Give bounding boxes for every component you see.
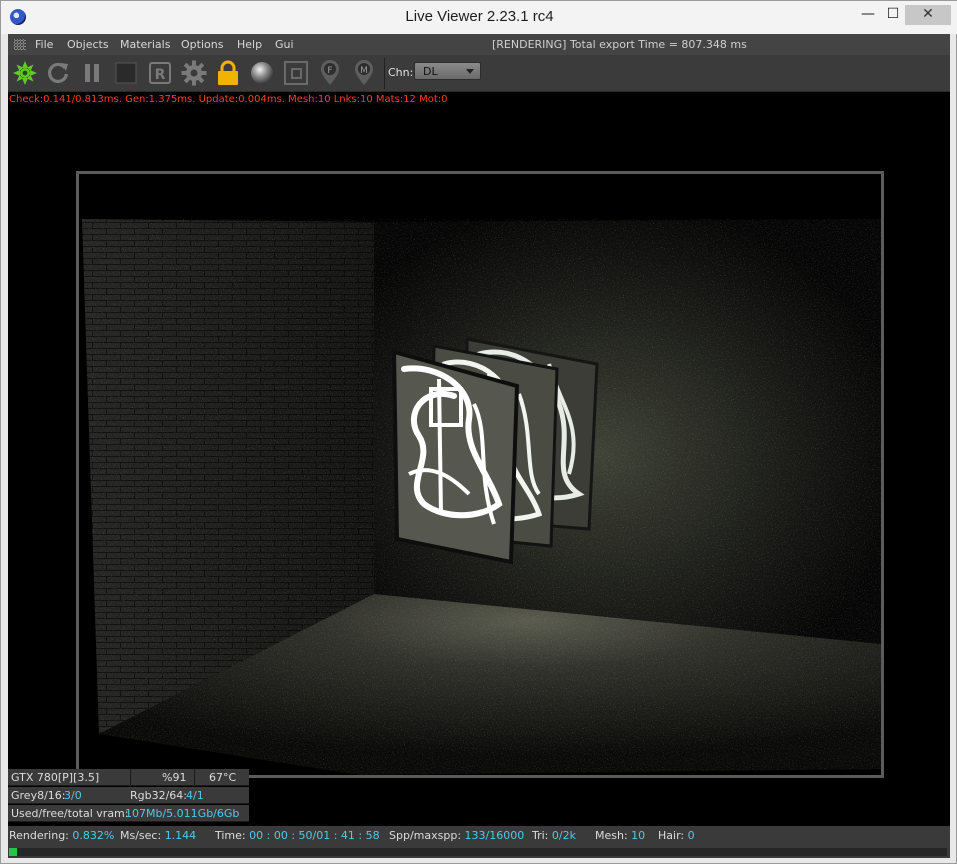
mssec-value: 1.144 bbox=[164, 829, 197, 842]
rendering-stat: Rendering: 0.832% bbox=[9, 829, 114, 842]
channel-label: Chn: bbox=[388, 66, 414, 79]
rgb-textures-label: Rgb32/64: bbox=[130, 789, 188, 802]
gpu-temp: 67°C bbox=[209, 771, 237, 784]
render-status-bar: Rendering: 0.832% Ms/sec: 1.144 Time: 00… bbox=[8, 826, 950, 845]
maximize-button[interactable]: ☐ bbox=[879, 5, 907, 25]
grey-textures-label: Grey8/16: bbox=[11, 789, 66, 802]
mesh-value: 10 bbox=[631, 829, 646, 842]
close-button[interactable]: ✕ bbox=[905, 5, 951, 25]
mesh-stat: Mesh: 10 bbox=[595, 829, 645, 842]
lock-icon[interactable] bbox=[214, 59, 242, 87]
material-sphere-icon[interactable] bbox=[248, 59, 276, 87]
grey-textures-value: 3/0 bbox=[64, 789, 82, 802]
menu-materials[interactable]: Materials bbox=[120, 38, 170, 51]
gpu-usage: %91 bbox=[162, 771, 187, 784]
window-title: Live Viewer 2.23.1 rc4 bbox=[405, 8, 554, 25]
minimize-button[interactable]: — bbox=[854, 5, 882, 25]
channel-select-value: DL bbox=[423, 65, 438, 78]
glass-panel-front bbox=[391, 349, 520, 565]
menu-grip-icon[interactable] bbox=[14, 39, 26, 50]
mesh-label: Mesh: bbox=[595, 829, 628, 842]
viewer-client-area: File Objects Materials Options Help Gui … bbox=[8, 34, 950, 858]
clay-mode-icon[interactable] bbox=[282, 59, 310, 87]
region-render-icon[interactable]: R bbox=[146, 59, 174, 87]
spp-stat: Spp/maxspp: 133/16000 bbox=[389, 829, 524, 842]
vram-label: Used/free/total vram: bbox=[11, 807, 129, 820]
chevron-down-icon bbox=[466, 69, 474, 74]
rendering-label: Rendering: bbox=[9, 829, 69, 842]
live-viewer-window: Live Viewer 2.23.1 rc4 — ☐ ✕ File Object… bbox=[0, 0, 957, 864]
svg-text:M: M bbox=[360, 66, 368, 76]
render-viewport[interactable] bbox=[76, 171, 884, 778]
channel-select[interactable]: DL bbox=[414, 62, 481, 80]
menu-gui[interactable]: Gui bbox=[275, 38, 294, 51]
menu-help[interactable]: Help bbox=[237, 38, 262, 51]
hair-stat: Hair: 0 bbox=[658, 829, 695, 842]
gpu-row-textures: Grey8/16: 3/0 Rgb32/64: 4/1 bbox=[8, 787, 249, 804]
rgb-textures-value: 4/1 bbox=[186, 789, 204, 802]
hair-label: Hair: bbox=[658, 829, 685, 842]
spp-label: Spp/maxspp: bbox=[389, 829, 462, 842]
render-image bbox=[79, 174, 881, 775]
title-bar[interactable]: Live Viewer 2.23.1 rc4 — ☐ ✕ bbox=[1, 1, 957, 34]
mssec-stat: Ms/sec: 1.144 bbox=[120, 829, 196, 842]
rendering-value: 0.832% bbox=[72, 829, 115, 842]
render-toolbar: R F M Chn: DL bbox=[8, 55, 950, 92]
toolbar-separator bbox=[384, 58, 385, 89]
time-value: 00 : 00 : 50/01 : 41 : 58 bbox=[249, 829, 380, 842]
menu-bar: File Objects Materials Options Help Gui … bbox=[8, 34, 950, 55]
pause-render-icon[interactable] bbox=[78, 59, 106, 87]
tri-value: 0/2k bbox=[551, 829, 576, 842]
time-stat: Time: 00 : 00 : 50/01 : 41 : 58 bbox=[215, 829, 380, 842]
progress-track bbox=[9, 848, 947, 856]
tri-label: Tri: bbox=[532, 829, 549, 842]
gpu-name: GTX 780[P][3.5] bbox=[11, 771, 100, 784]
vram-value: 107Mb/5.011Gb/6Gb bbox=[125, 807, 240, 820]
restart-render-icon[interactable] bbox=[44, 59, 72, 87]
menu-file[interactable]: File bbox=[35, 38, 53, 51]
gpu-row-vram: Used/free/total vram: 107Mb/5.011Gb/6Gb bbox=[8, 805, 249, 822]
menu-objects[interactable]: Objects bbox=[67, 38, 109, 51]
mssec-label: Ms/sec: bbox=[120, 829, 162, 842]
hair-value: 0 bbox=[687, 829, 695, 842]
material-picker-icon[interactable]: M bbox=[350, 59, 378, 87]
gpu-row-device: GTX 780[P][3.5] %91 67°C bbox=[8, 769, 249, 786]
perf-stats-line: Check:0.141/0.813ms. Gen:1.375ms. Update… bbox=[9, 94, 448, 105]
svg-text:R: R bbox=[155, 67, 166, 83]
menu-options[interactable]: Options bbox=[181, 38, 223, 51]
svg-text:F: F bbox=[327, 66, 332, 76]
focus-picker-icon[interactable]: F bbox=[316, 59, 344, 87]
progress-fill bbox=[9, 848, 17, 856]
render-status-text: [RENDERING] Total export Time = 807.348 … bbox=[492, 38, 747, 51]
settings-gear-icon[interactable] bbox=[180, 59, 208, 87]
spp-value: 133/16000 bbox=[464, 829, 525, 842]
tri-stat: Tri: 0/2k bbox=[532, 829, 576, 842]
stop-render-icon[interactable] bbox=[112, 59, 140, 87]
octane-logo-icon[interactable] bbox=[11, 59, 39, 87]
time-label: Time: bbox=[215, 829, 246, 842]
render-progress-bar bbox=[8, 845, 950, 858]
